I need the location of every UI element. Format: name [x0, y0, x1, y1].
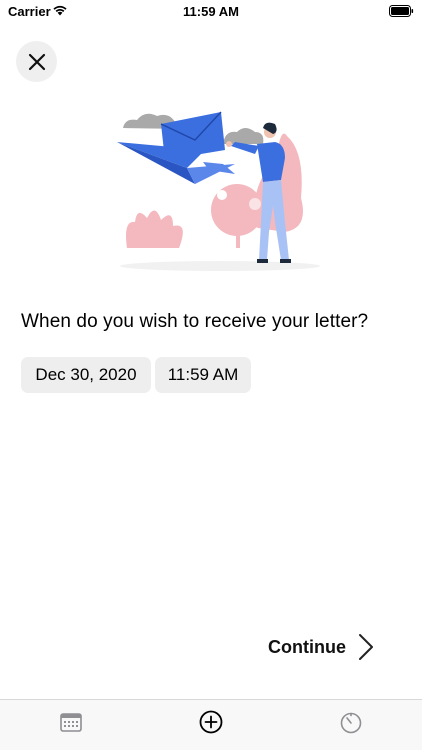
tab-timer[interactable] — [321, 700, 381, 744]
add-circle-icon — [199, 710, 223, 734]
close-icon — [28, 53, 45, 70]
timer-icon — [340, 712, 362, 734]
calendar-icon — [60, 713, 82, 732]
status-time: 11:59 AM — [183, 4, 239, 19]
battery-icon — [389, 5, 414, 17]
status-bar: Carrier 11:59 AM — [0, 0, 422, 24]
chevron-right-icon — [359, 634, 373, 660]
date-picker-button[interactable]: Dec 30, 2020 — [21, 357, 151, 393]
time-picker-button[interactable]: 11:59 AM — [155, 357, 251, 393]
question-heading: When do you wish to receive your letter? — [21, 311, 369, 332]
continue-button[interactable]: Continue — [268, 631, 374, 663]
close-button[interactable] — [16, 41, 57, 82]
tab-bar — [0, 699, 422, 750]
mail-illustration — [117, 111, 320, 271]
tab-compose[interactable] — [181, 700, 241, 744]
continue-label: Continue — [268, 636, 346, 657]
tab-calendar[interactable] — [41, 700, 101, 744]
